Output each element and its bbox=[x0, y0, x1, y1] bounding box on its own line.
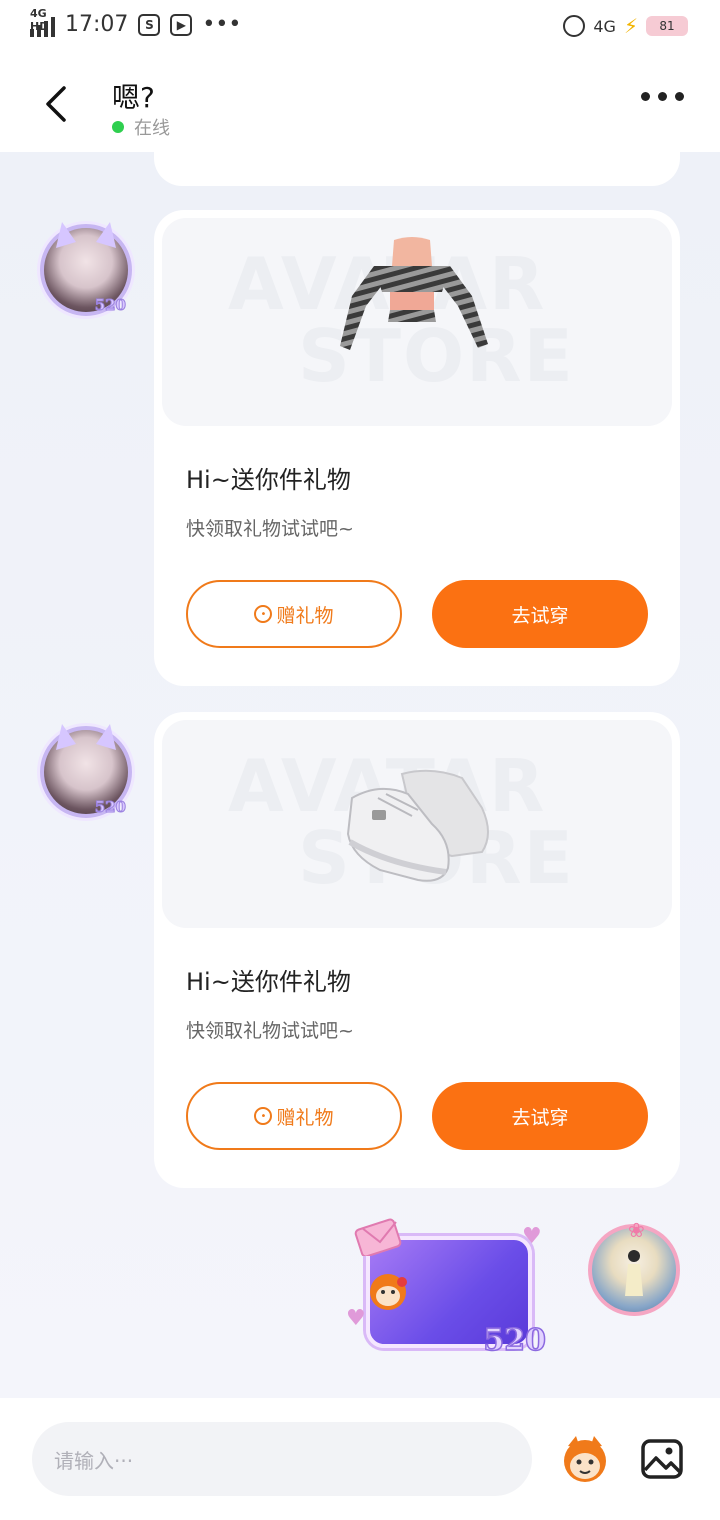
more-icon bbox=[641, 92, 650, 101]
network-tag: 4G HD bbox=[30, 6, 49, 33]
sticker-number: 520 bbox=[483, 1322, 547, 1359]
gift-title: Hi~送你件礼物 bbox=[186, 466, 351, 494]
battery-icon: 81 bbox=[646, 16, 688, 36]
charging-icon: ⚡ bbox=[623, 14, 638, 38]
heart-icon: ♥ bbox=[522, 1224, 542, 1249]
gift-image[interactable]: AVATAR STORE bbox=[162, 218, 672, 426]
more-notifications: ••• bbox=[202, 12, 242, 37]
gift-subtitle: 快领取礼物试试吧~ bbox=[186, 1020, 354, 1042]
online-dot-icon bbox=[112, 121, 124, 133]
app-notification-icon: S bbox=[138, 13, 161, 36]
bow-icon: ❀ bbox=[628, 1218, 645, 1242]
cat-ears-decoration bbox=[56, 222, 116, 248]
network-4g: 4G bbox=[593, 16, 616, 36]
avatar-badge: 520 bbox=[94, 798, 126, 817]
more-button[interactable] bbox=[641, 92, 684, 101]
love-letter-icon bbox=[354, 1218, 402, 1256]
chat-title: 嗯? bbox=[112, 81, 155, 114]
image-icon[interactable] bbox=[640, 1438, 684, 1480]
sent-520-sticker[interactable]: ♥ ♥ 520 bbox=[344, 1216, 554, 1360]
back-button[interactable] bbox=[36, 82, 76, 126]
friend-avatar[interactable]: 520 bbox=[40, 724, 132, 818]
send-gift-button[interactable]: • 赠礼物 bbox=[186, 580, 402, 648]
chat-messages[interactable]: 520 AVATAR STORE Hi~送你件礼物 快领取礼物试试吧~ bbox=[0, 152, 720, 1398]
status-left: 4G HD 17:07 S ▶ ••• bbox=[30, 7, 242, 37]
heart-icon: ♥ bbox=[346, 1306, 366, 1331]
try-on-button[interactable]: 去试穿 bbox=[432, 580, 648, 648]
input-bar: 请输入··· bbox=[0, 1398, 720, 1520]
previous-message-card bbox=[154, 152, 680, 186]
gift-title: Hi~送你件礼物 bbox=[186, 968, 351, 996]
send-gift-label: 赠礼物 bbox=[276, 1106, 334, 1129]
back-arrow-icon bbox=[46, 86, 66, 122]
signal-icon: 4G HD bbox=[30, 7, 55, 37]
emoji-icon[interactable] bbox=[556, 1434, 614, 1484]
avatar-figure bbox=[625, 1250, 643, 1296]
online-status: 在线 bbox=[112, 114, 170, 140]
white-sneakers-image bbox=[346, 769, 489, 882]
status-bar: 4G HD 17:07 S ▶ ••• 4G ⚡ 81 bbox=[0, 0, 720, 56]
gift-image[interactable]: AVATAR STORE bbox=[162, 720, 672, 928]
clock: 17:07 bbox=[65, 12, 129, 37]
video-notification-icon: ▶ bbox=[170, 13, 193, 36]
send-gift-button[interactable]: • 赠礼物 bbox=[186, 1082, 402, 1150]
message-input[interactable]: 请输入··· bbox=[32, 1422, 532, 1496]
gift-circle-icon: • bbox=[254, 1107, 273, 1125]
gift-circle-icon: • bbox=[254, 605, 273, 623]
monkey-face-icon bbox=[370, 1274, 407, 1310]
gift-subtitle: 快领取礼物试试吧~ bbox=[186, 518, 354, 540]
status-right: 4G ⚡ 81 bbox=[563, 14, 688, 38]
striped-top-image bbox=[340, 237, 488, 350]
online-status-label: 在线 bbox=[134, 118, 170, 139]
my-avatar[interactable]: ❀ bbox=[588, 1218, 680, 1316]
send-gift-label: 赠礼物 bbox=[276, 604, 334, 627]
avatar-badge: 520 bbox=[94, 296, 126, 315]
chat-header: 嗯? 在线 bbox=[0, 56, 720, 152]
cat-ears-decoration bbox=[56, 724, 116, 750]
gift-card[interactable]: AVATAR STORE Hi~送你件礼物 快领取礼物试试吧~ • 赠礼物 bbox=[154, 210, 680, 686]
alarm-icon bbox=[563, 15, 586, 37]
try-on-button[interactable]: 去试穿 bbox=[432, 1082, 648, 1150]
friend-avatar[interactable]: 520 bbox=[40, 222, 132, 316]
gift-card[interactable]: AVATAR STORE Hi~送你件礼物 快领取礼物试试吧~ • 赠礼物 去试… bbox=[154, 712, 680, 1188]
